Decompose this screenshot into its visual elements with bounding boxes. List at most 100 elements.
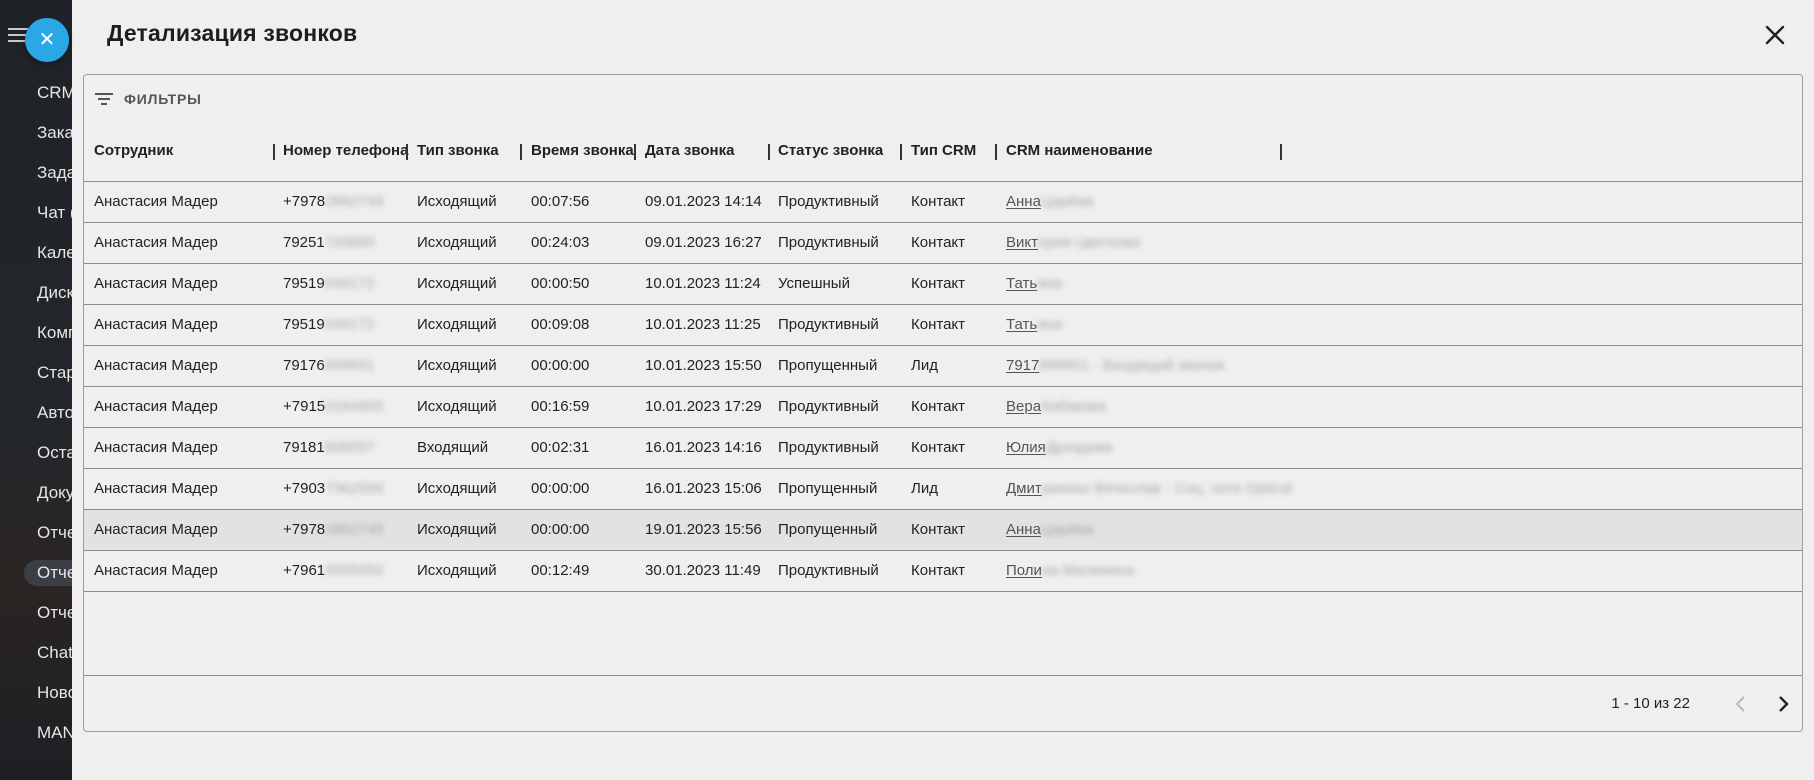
phone-redacted: 806557 bbox=[324, 439, 375, 456]
crm-type-cell: Контакт bbox=[911, 316, 966, 333]
sidebar-item[interactable]: Зака bbox=[37, 120, 72, 146]
sidebar-item[interactable]: Отче bbox=[24, 560, 72, 586]
phone-visible: 79519 bbox=[283, 316, 325, 333]
crm-name-link[interactable]: Полина Малинина bbox=[1006, 551, 1134, 591]
sidebar-item[interactable]: Кале bbox=[37, 240, 72, 266]
column-resize-handle[interactable] bbox=[1280, 144, 1282, 160]
crm-name-redacted: риенко Вячеслав - Соц. сети Optical bbox=[1041, 480, 1292, 497]
crm-name-link[interactable]: Виктория Цветкова bbox=[1006, 223, 1140, 263]
column-resize-handle[interactable] bbox=[995, 144, 997, 160]
status-cell: Продуктивный bbox=[778, 316, 879, 333]
phone-cell: +79610505050 bbox=[283, 551, 384, 591]
close-fab-button[interactable]: ✕ bbox=[25, 18, 69, 62]
column-header[interactable]: Номер телефона bbox=[283, 121, 408, 181]
sidebar-item[interactable]: CRM bbox=[37, 80, 72, 106]
crm-type-cell: Контакт bbox=[911, 521, 966, 538]
close-button[interactable] bbox=[1760, 20, 1790, 50]
phone-redacted: 049172 bbox=[324, 275, 375, 292]
sidebar-item[interactable]: Авто bbox=[37, 400, 72, 426]
column-header[interactable]: Сотрудник bbox=[94, 121, 173, 181]
close-icon: ✕ bbox=[38, 29, 56, 51]
sidebar-item[interactable]: Доку bbox=[37, 480, 72, 506]
type-cell: Исходящий bbox=[417, 275, 497, 292]
crm-name-link[interactable]: Анна Царёва bbox=[1006, 182, 1094, 222]
time-cell: 00:00:50 bbox=[531, 275, 590, 292]
column-resize-handle[interactable] bbox=[406, 144, 408, 160]
column-resize-handle[interactable] bbox=[520, 144, 522, 160]
calls-table-panel: ФИЛЬТРЫ Сотрудник Номер телефона Тип звонк… bbox=[83, 74, 1803, 732]
table-row[interactable]: Анастасия Мадер +79782862749 Исходящий 00:0… bbox=[84, 510, 1802, 551]
crm-name-visible: Анна bbox=[1006, 193, 1041, 210]
phone-visible: 79519 bbox=[283, 275, 325, 292]
sidebar-item[interactable]: Chat bbox=[37, 640, 72, 666]
phone-cell: 79519049172 bbox=[283, 264, 375, 304]
phone-redacted: 0505050 bbox=[325, 562, 384, 579]
table-row[interactable]: Анастасия Мадер 79519049172 Исходящий 00:09… bbox=[84, 305, 1802, 346]
column-resize-handle[interactable] bbox=[900, 144, 902, 160]
employee-cell: Анастасия Мадер bbox=[94, 234, 218, 251]
crm-name-link[interactable]: Вера Кибакова bbox=[1006, 387, 1106, 427]
type-cell: Исходящий bbox=[417, 480, 497, 497]
sidebar-item[interactable]: Ново bbox=[37, 680, 72, 706]
phone-visible: +7915 bbox=[283, 398, 326, 415]
crm-name-link[interactable]: Дмитриенко Вячеслав - Соц. сети Optical bbox=[1006, 469, 1292, 509]
status-cell: Пропущенный bbox=[778, 357, 878, 374]
status-cell: Пропущенный bbox=[778, 480, 878, 497]
crm-type-cell: Лид bbox=[911, 480, 938, 497]
sidebar-item[interactable]: Отче bbox=[37, 520, 72, 546]
date-cell: 16.01.2023 15:06 bbox=[645, 480, 762, 497]
crm-name-link[interactable]: Юлия Дроздова bbox=[1006, 428, 1112, 468]
crm-name-link[interactable]: Анна Царёва bbox=[1006, 510, 1094, 550]
table-header: Сотрудник Номер телефона Тип звонка Время з… bbox=[84, 121, 1802, 182]
column-header[interactable]: Дата звонка bbox=[645, 121, 734, 181]
table-row[interactable]: Анастасия Мадер +79037362500 Исходящий 00:0… bbox=[84, 469, 1802, 510]
sidebar-item[interactable]: Диск bbox=[37, 280, 72, 306]
sidebar-item[interactable]: Оста bbox=[37, 440, 72, 466]
sidebar-item[interactable]: Зада bbox=[37, 160, 72, 186]
column-resize-handle[interactable] bbox=[273, 144, 275, 160]
time-cell: 00:12:49 bbox=[531, 562, 590, 579]
date-cell: 16.01.2023 14:16 bbox=[645, 439, 762, 456]
crm-name-link[interactable]: Татьяна bbox=[1006, 264, 1062, 304]
sidebar-item[interactable]: MAN bbox=[37, 720, 72, 746]
crm-name-visible: Юлия bbox=[1006, 439, 1046, 456]
table-row[interactable]: Анастасия Мадер 79181806557 Входящий 00:02:… bbox=[84, 428, 1802, 469]
column-header[interactable]: Время звонка bbox=[531, 121, 634, 181]
employee-cell: Анастасия Мадер bbox=[94, 193, 218, 210]
phone-cell: +79782862749 bbox=[283, 182, 384, 222]
table-row[interactable]: Анастасия Мадер 79176999651 Исходящий 00:00… bbox=[84, 346, 1802, 387]
column-resize-handle[interactable] bbox=[634, 144, 636, 160]
crm-type-cell: Контакт bbox=[911, 398, 966, 415]
phone-redacted: 720800 bbox=[324, 234, 375, 251]
crm-name-link[interactable]: Татьяна bbox=[1006, 305, 1062, 345]
crm-name-link[interactable]: 7917999651 - Входящий звонок bbox=[1006, 346, 1224, 386]
date-cell: 09.01.2023 14:14 bbox=[645, 193, 762, 210]
column-header[interactable]: CRM наименование bbox=[1006, 121, 1153, 181]
sidebar-item[interactable]: Стар bbox=[37, 360, 72, 386]
column-resize-handle[interactable] bbox=[768, 144, 770, 160]
column-header[interactable]: Тип CRM bbox=[911, 121, 976, 181]
crm-name-redacted: Кибакова bbox=[1041, 398, 1106, 415]
table-row[interactable]: Анастасия Мадер +79782862749 Исходящий 00:0… bbox=[84, 182, 1802, 223]
sidebar-item[interactable]: Отче bbox=[37, 600, 72, 626]
sidebar-item[interactable]: Комп bbox=[37, 320, 72, 346]
phone-cell: 79176999651 bbox=[283, 346, 375, 386]
filters-button[interactable]: ФИЛЬТРЫ bbox=[94, 87, 202, 111]
date-cell: 10.01.2023 15:50 bbox=[645, 357, 762, 374]
status-cell: Продуктивный bbox=[778, 439, 879, 456]
column-header[interactable]: Тип звонка bbox=[417, 121, 499, 181]
phone-redacted: 2862749 bbox=[325, 193, 384, 210]
table-row[interactable]: Анастасия Мадер +79610505050 Исходящий 00:1… bbox=[84, 551, 1802, 592]
column-header[interactable]: Статус звонка bbox=[778, 121, 883, 181]
table-row[interactable]: Анастасия Мадер +79150164905 Исходящий 00:1… bbox=[84, 387, 1802, 428]
close-icon bbox=[1765, 25, 1785, 45]
prev-page-button[interactable] bbox=[1726, 689, 1756, 719]
table-row[interactable]: Анастасия Мадер 79251720800 Исходящий 00:24… bbox=[84, 223, 1802, 264]
time-cell: 00:07:56 bbox=[531, 193, 590, 210]
status-cell: Успешный bbox=[778, 275, 850, 292]
status-cell: Продуктивный bbox=[778, 398, 879, 415]
table-row[interactable]: Анастасия Мадер 79519049172 Исходящий 00:00… bbox=[84, 264, 1802, 305]
next-page-button[interactable] bbox=[1768, 689, 1798, 719]
phone-visible: +7961 bbox=[283, 562, 326, 579]
sidebar-item[interactable]: Чат ( bbox=[37, 200, 72, 226]
